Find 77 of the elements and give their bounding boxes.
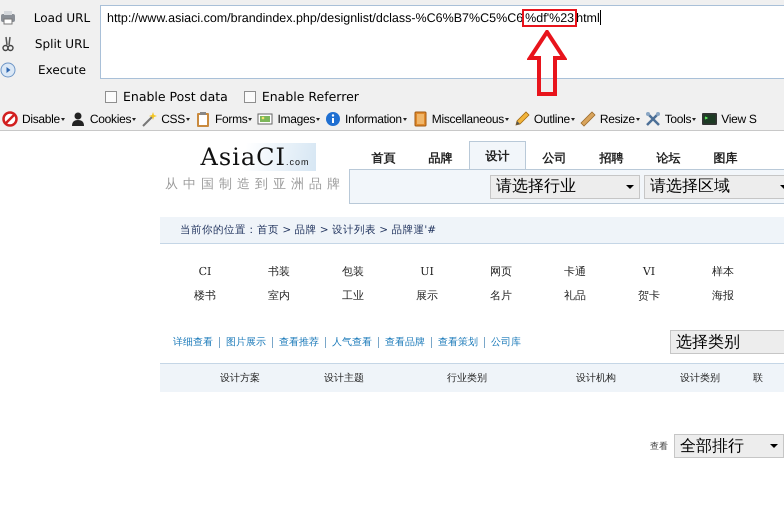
toolbar-button[interactable]: Execute [0, 57, 100, 83]
view-link[interactable]: 详细查看 [173, 335, 213, 349]
checkbox[interactable] [244, 90, 256, 102]
nav-tab[interactable]: 图库 [697, 145, 754, 169]
wrench-icon [644, 111, 661, 127]
category-link[interactable]: 书装 [242, 264, 316, 279]
no-entry-icon [2, 111, 18, 127]
category-link[interactable]: 样本 [686, 264, 760, 279]
toolbar-button[interactable]: Load URL [0, 5, 100, 31]
category-link[interactable]: CI [168, 264, 242, 279]
view-link[interactable]: 公司库 [491, 335, 521, 349]
dropdown[interactable]: 选择类别 [670, 330, 784, 354]
column-header: 联 [752, 372, 763, 385]
printer-icon [0, 10, 16, 26]
category-link[interactable]: 网页 [464, 264, 538, 279]
category-link[interactable]: VI [612, 264, 686, 279]
column-header: 行业类别 [446, 372, 488, 385]
monitor-icon [701, 111, 718, 127]
category-link[interactable]: 楼书 [168, 288, 242, 303]
category-link[interactable]: 礼品 [538, 288, 612, 303]
view-link[interactable]: 图片展示 [226, 335, 266, 349]
dropdown[interactable]: 请选择行业 [490, 174, 640, 198]
play-icon [0, 62, 16, 78]
toolbar-menu-button[interactable]: Disable [0, 111, 67, 127]
image-icon [257, 111, 274, 127]
category-link[interactable]: 名片 [464, 288, 538, 303]
person-icon [70, 111, 86, 127]
toolbar-menu-button[interactable]: Forms [192, 111, 254, 127]
nav-tab[interactable]: 公司 [526, 145, 583, 169]
rank-label: 查看 [650, 440, 668, 452]
toolbar-button[interactable]: Split URL [0, 31, 100, 57]
toolbar-menu-button[interactable]: View S [699, 111, 759, 127]
nav-tab[interactable]: 论坛 [640, 145, 697, 169]
info-icon [325, 111, 342, 127]
category-link[interactable]: 海报 [686, 288, 760, 303]
checkbox-label[interactable]: Enable Referrer [262, 89, 359, 104]
toolbar-menu-button[interactable]: Images [255, 111, 322, 127]
toolbar-menu-button[interactable]: Information [323, 111, 409, 127]
view-link[interactable]: 查看品牌 [385, 335, 425, 349]
toolbar-menu-button[interactable]: CSS [139, 111, 192, 127]
dropdown[interactable]: 全部排行 [674, 434, 784, 458]
clipboard-icon [194, 111, 211, 127]
checkbox[interactable] [105, 90, 117, 102]
category-link[interactable]: 工业 [316, 288, 390, 303]
toolbar-menu-button[interactable]: Tools [642, 111, 698, 127]
view-link[interactable]: 人气查看 [332, 335, 372, 349]
category-link[interactable]: 贺卡 [612, 288, 686, 303]
book-icon [412, 111, 428, 127]
toolbar-menu-button[interactable]: Resize [578, 111, 642, 127]
pencil-icon [514, 111, 530, 127]
column-header: 设计方案 [219, 372, 261, 385]
nav-tab[interactable]: 首頁 [355, 145, 412, 169]
column-header: 设计主题 [323, 372, 365, 385]
toolbar-menu-button[interactable]: Cookies [68, 111, 138, 127]
wand-icon [141, 111, 158, 127]
nav-tab[interactable]: 设计 [469, 141, 526, 169]
dropdown[interactable]: 请选择区域 [644, 174, 784, 198]
nav-tab[interactable]: 品牌 [412, 145, 469, 169]
column-header: 设计机构 [575, 372, 617, 385]
scissors-icon [0, 36, 16, 52]
category-link[interactable]: 卡通 [538, 264, 612, 279]
toolbar-menu-button[interactable]: Miscellaneous [410, 111, 511, 127]
up-arrow-drawing [527, 30, 567, 96]
category-link[interactable]: 室内 [242, 288, 316, 303]
breadcrumb: 当前你的位置：首页 > 品牌 > 设计列表 > 品牌運'# [160, 217, 784, 244]
view-link[interactable]: 查看推荐 [279, 335, 319, 349]
category-link[interactable]: UI [390, 264, 464, 279]
nav-tab[interactable]: 招聘 [583, 145, 640, 169]
slogan: 从中国制造到亚洲品牌 [165, 176, 345, 193]
category-link[interactable]: 展示 [390, 288, 464, 303]
checkbox-label[interactable]: Enable Post data [123, 89, 228, 104]
column-header: 设计类别 [679, 372, 721, 385]
toolbar-menu-button[interactable]: Outline [512, 111, 577, 127]
category-link[interactable]: 包装 [316, 264, 390, 279]
url-field[interactable]: http://www.asiaci.com/brandindex.php/designlist/dclass-%C6%B7%C5%C6 %df'%23 html [100, 5, 784, 79]
ruler-icon [580, 111, 596, 127]
view-link[interactable]: 查看策划 [438, 335, 478, 349]
